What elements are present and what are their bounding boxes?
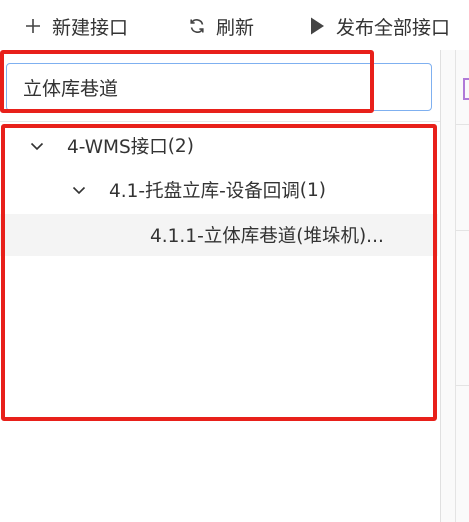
- detail-panel-edge: [441, 50, 469, 522]
- tree-node-label: 4.1-托盘立库-设备回调: [109, 181, 300, 202]
- publish-all-label: 发布全部接口: [336, 16, 451, 39]
- tree-node-label: 4.1.1-立体库巷道(堆垛机)...: [150, 226, 384, 247]
- chevron-down-icon[interactable]: [70, 181, 88, 199]
- detail-divider: [455, 230, 469, 231]
- new-interface-button[interactable]: 新建接口: [22, 10, 128, 42]
- detail-divider: [455, 124, 469, 125]
- chevron-down-icon[interactable]: [28, 137, 46, 155]
- new-interface-label: 新建接口: [52, 16, 129, 39]
- detail-divider: [455, 50, 456, 522]
- detail-divider: [455, 385, 469, 386]
- tree-node-wms[interactable]: 4-WMS接口 (2): [0, 124, 438, 168]
- tree-node-count: (1): [299, 179, 326, 201]
- play-icon: [306, 15, 328, 37]
- refresh-icon: [186, 15, 208, 37]
- toolbar: 新建接口 刷新 发布全部接口: [0, 0, 469, 52]
- tree-node-label: 4-WMS接口: [67, 137, 168, 158]
- refresh-button[interactable]: 刷新: [186, 10, 254, 42]
- tree-node-pallet-warehouse[interactable]: 4.1-托盘立库-设备回调 (1): [0, 168, 438, 212]
- tree-node-count: (2): [167, 135, 194, 157]
- tree-node-stacker-crane[interactable]: 4.1.1-立体库巷道(堆垛机)...: [0, 214, 438, 256]
- search-input[interactable]: [23, 76, 403, 98]
- refresh-label: 刷新: [216, 16, 255, 39]
- publish-all-button[interactable]: 发布全部接口: [306, 10, 450, 42]
- panel-divider: [0, 121, 440, 122]
- search-box[interactable]: [6, 63, 432, 111]
- tab-icon[interactable]: [463, 78, 469, 100]
- plus-icon: [22, 15, 44, 37]
